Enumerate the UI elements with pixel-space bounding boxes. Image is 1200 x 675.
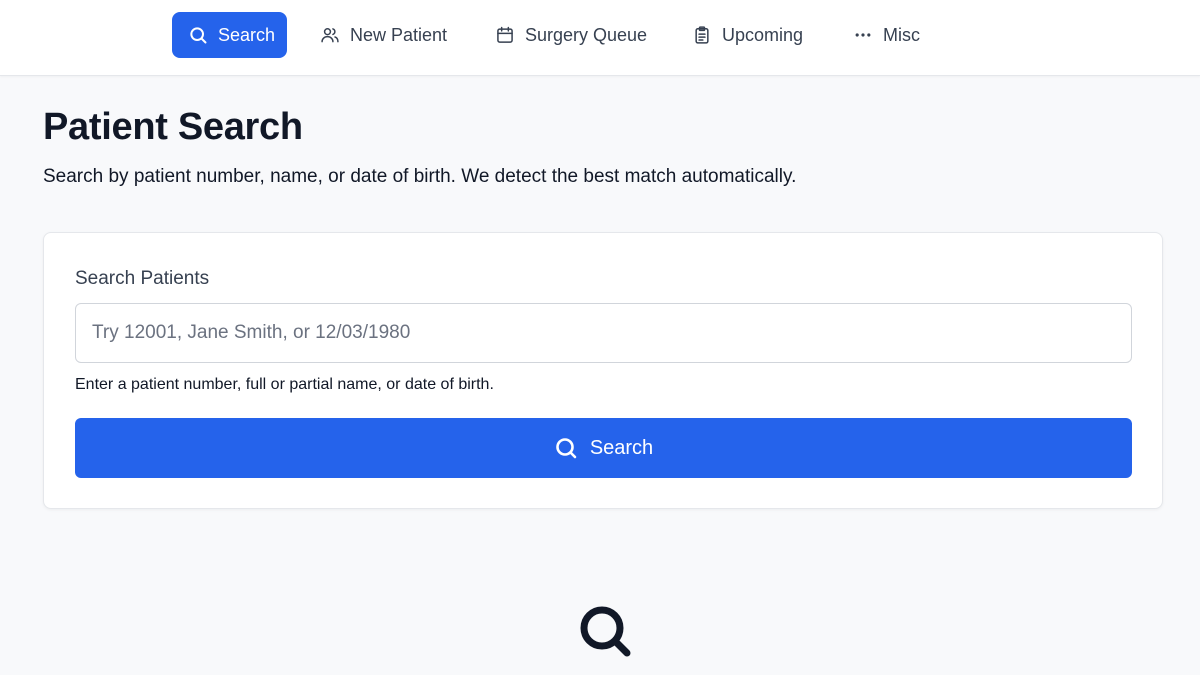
page-subtitle: Search by patient number, name, or date … bbox=[43, 166, 797, 187]
nav-item-search[interactable]: Search bbox=[172, 12, 287, 58]
search-icon bbox=[190, 27, 207, 44]
search-helper-text: Enter a patient number, full or partial … bbox=[75, 376, 494, 393]
search-icon bbox=[556, 438, 577, 459]
nav-item-new-patient[interactable]: New Patient bbox=[304, 12, 463, 58]
nav-item-surgery-queue[interactable]: Surgery Queue bbox=[479, 12, 663, 58]
top-navigation: Search New Patient Surgery Queue Upcomin… bbox=[0, 0, 1200, 76]
calendar-icon bbox=[497, 26, 513, 43]
search-card: Search Patients Enter a patient number, … bbox=[43, 232, 1163, 509]
search-button-label: Search bbox=[589, 436, 654, 459]
patient-search-input[interactable] bbox=[75, 303, 1132, 363]
page-title: Patient Search bbox=[43, 106, 303, 148]
search-button[interactable]: Search bbox=[75, 418, 1132, 478]
nav-item-label: Misc bbox=[883, 24, 920, 45]
more-dots-icon bbox=[855, 33, 871, 37]
nav-item-label: New Patient bbox=[350, 24, 448, 45]
nav-item-label: Search bbox=[218, 24, 276, 45]
search-icon bbox=[580, 606, 631, 657]
nav-item-label: Upcoming bbox=[722, 24, 804, 45]
search-field-label: Search Patients bbox=[75, 268, 210, 289]
clipboard-icon bbox=[695, 26, 709, 44]
nav-item-label: Surgery Queue bbox=[525, 24, 648, 45]
nav-item-upcoming[interactable]: Upcoming bbox=[676, 12, 819, 58]
users-icon bbox=[321, 28, 339, 43]
nav-item-misc[interactable]: Misc bbox=[837, 12, 936, 58]
